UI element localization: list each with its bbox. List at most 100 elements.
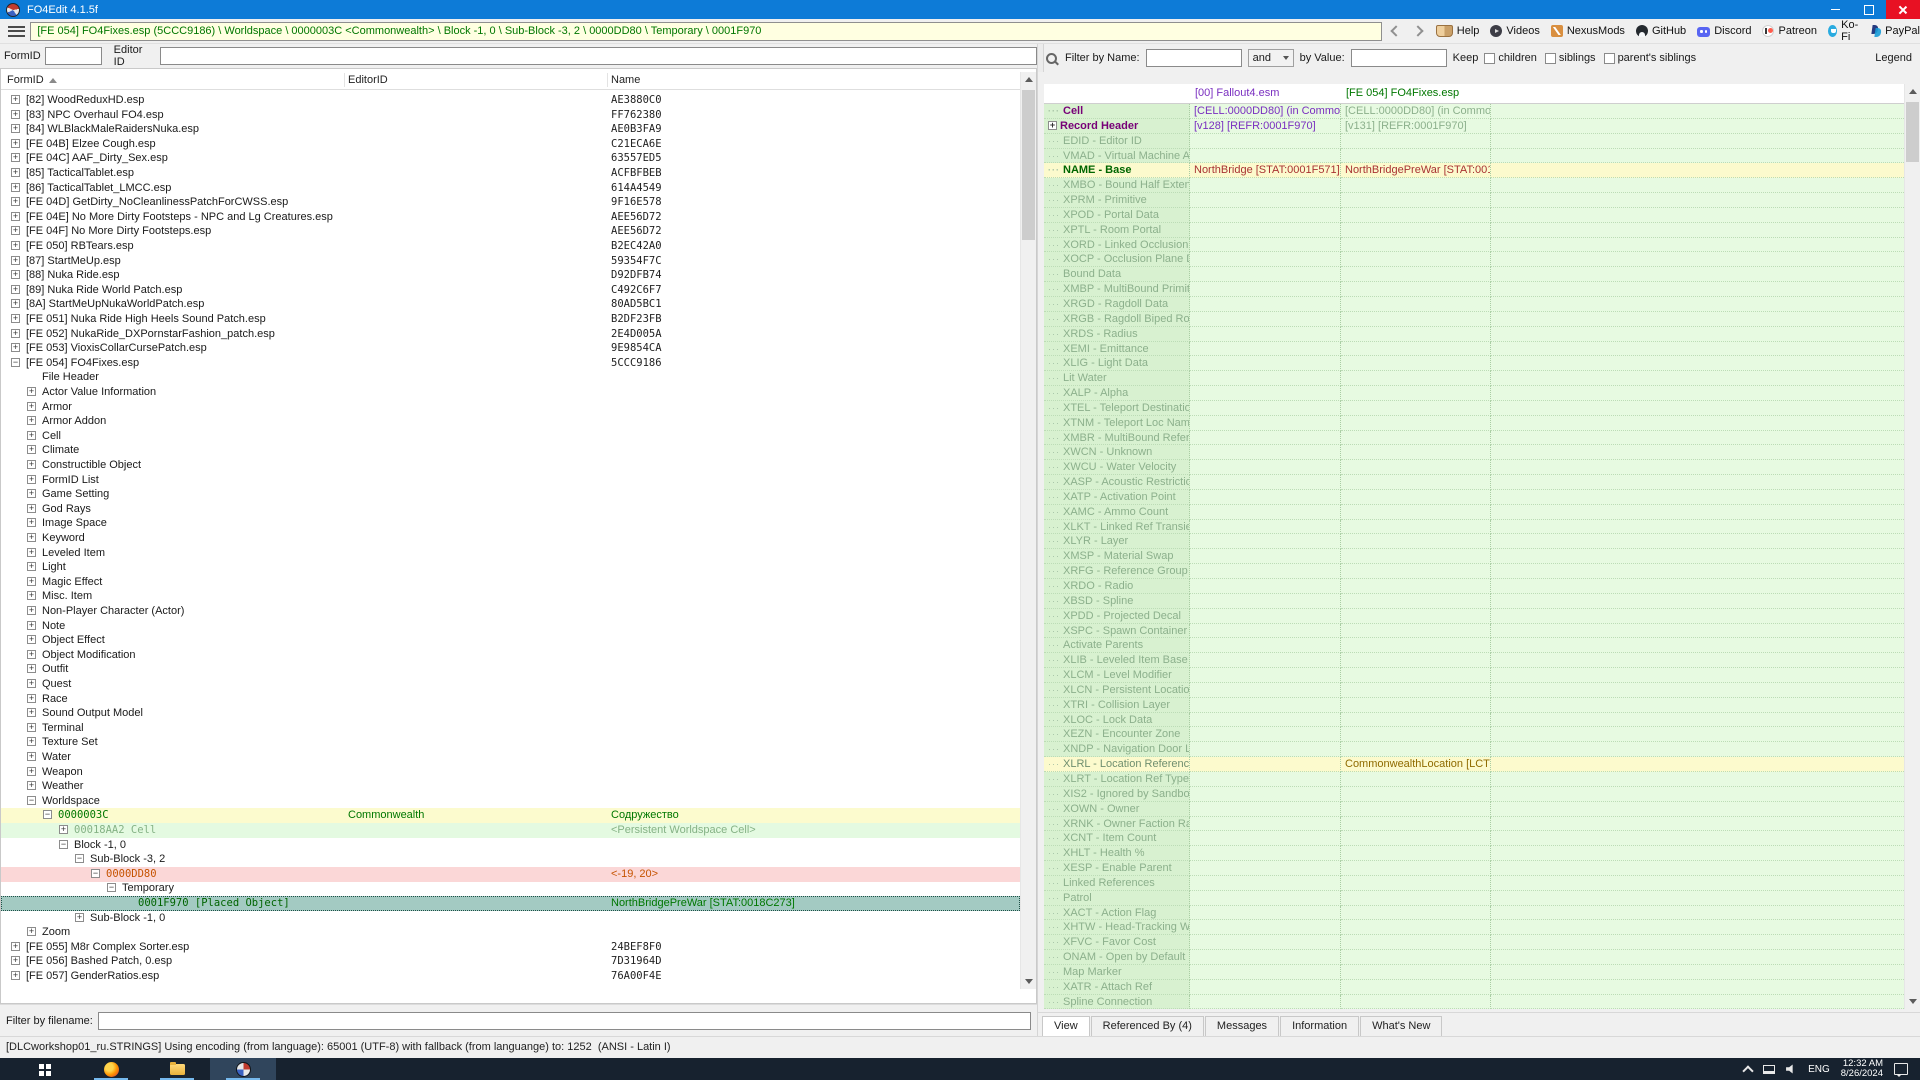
record-field-row[interactable]: ···XRDO - Radio — [1044, 579, 1904, 594]
record-field-row[interactable]: ···XMBP - MultiBound Primitiv... — [1044, 282, 1904, 297]
record-field-row[interactable]: ···XMBO - Bound Half Extents — [1044, 178, 1904, 193]
record-field-row[interactable]: ···XSPC - Spawn Container — [1044, 624, 1904, 639]
filter-checkbox-siblings[interactable]: siblings — [1545, 52, 1596, 64]
tree-row[interactable]: +God Rays — [1, 502, 1020, 517]
record-field-row[interactable]: ···Spline Connection — [1044, 995, 1904, 1009]
record-field-row[interactable]: ···XWCU - Water Velocity — [1044, 460, 1904, 475]
tree-row[interactable]: −0000DD80<-19, 20> — [1, 867, 1020, 882]
tree-row[interactable]: +00018AA2 Cell<Persistent Worldspace Cel… — [1, 823, 1020, 838]
tree-row[interactable]: +Misc. Item — [1, 589, 1020, 604]
expand-icon[interactable]: + — [27, 679, 36, 688]
expand-icon[interactable]: + — [27, 489, 36, 498]
expand-icon[interactable]: + — [27, 475, 36, 484]
expand-icon[interactable]: + — [27, 781, 36, 790]
record-field-row[interactable]: ···XTEL - Teleport Destination — [1044, 401, 1904, 416]
expand-icon[interactable]: + — [11, 285, 20, 294]
tree-row[interactable]: +[FE 056] Bashed Patch, 0.esp7D31964D — [1, 954, 1020, 969]
nav-back-button[interactable] — [1392, 27, 1400, 35]
record-field-row[interactable]: ···XEMI - Emittance — [1044, 342, 1904, 357]
collapse-icon[interactable]: − — [43, 810, 52, 819]
tree-row[interactable]: +Keyword — [1, 531, 1020, 546]
tree-row[interactable]: −Sub-Block -3, 2 — [1, 852, 1020, 867]
tree-row[interactable]: +[FE 051] Nuka Ride High Heels Sound Pat… — [1, 312, 1020, 327]
tree-row[interactable]: −Block -1, 0 — [1, 838, 1020, 853]
record-field-row[interactable]: ···Bound Data — [1044, 267, 1904, 282]
checkbox-icon[interactable] — [1545, 53, 1556, 64]
link-discord[interactable]: Discord — [1697, 25, 1751, 37]
record-field-row[interactable]: ···Cell[CELL:0000DD80] (in Commonw...[CE… — [1044, 104, 1904, 119]
expand-icon[interactable]: + — [11, 971, 20, 980]
record-field-row[interactable]: ···Linked References — [1044, 876, 1904, 891]
tree-row[interactable]: +Constructible Object — [1, 458, 1020, 473]
record-field-row[interactable]: ···XATP - Activation Point — [1044, 490, 1904, 505]
expand-icon[interactable]: + — [27, 533, 36, 542]
tree-row[interactable]: −[FE 054] FO4Fixes.esp5CCC9186 — [1, 356, 1020, 371]
tree-row[interactable]: +[85] TacticalTablet.espACFBFBEB — [1, 166, 1020, 181]
maximize-button[interactable] — [1852, 0, 1886, 19]
record-field-row[interactable]: ···XAMC - Ammo Count — [1044, 505, 1904, 520]
nav-forward-button[interactable] — [1414, 27, 1422, 35]
record-field-row[interactable]: ···XIS2 - Ignored by Sandbox — [1044, 787, 1904, 802]
record-field-row[interactable]: ···XLRT - Location Ref Type — [1044, 772, 1904, 787]
record-field-row[interactable]: ···Lit Water — [1044, 371, 1904, 386]
expand-icon[interactable]: + — [11, 153, 20, 162]
tree-row[interactable]: +Cell — [1, 429, 1020, 444]
tree-row[interactable]: +Object Effect — [1, 633, 1020, 648]
expand-icon[interactable]: + — [27, 737, 36, 746]
record-field-row[interactable]: ···XLCN - Persistent Location — [1044, 683, 1904, 698]
expand-icon[interactable]: + — [27, 591, 36, 600]
tree-row[interactable]: −Worldspace — [1, 794, 1020, 809]
tree-row[interactable]: +Actor Value Information — [1, 385, 1020, 400]
record-field-row[interactable]: ···XRDS - Radius — [1044, 327, 1904, 342]
scroll-down-icon[interactable] — [1905, 994, 1920, 1009]
expand-icon[interactable]: + — [27, 708, 36, 717]
start-button[interactable] — [12, 1058, 78, 1080]
minimize-button[interactable] — [1818, 0, 1852, 19]
record-field-row[interactable]: ···XLIB - Leveled Item Base Obj... — [1044, 653, 1904, 668]
tree-row[interactable]: +[FE 055] M8r Complex Sorter.esp24BEF8F0 — [1, 940, 1020, 955]
record-field-row[interactable]: ···XESP - Enable Parent — [1044, 861, 1904, 876]
record-field-row[interactable]: ···XLYR - Layer — [1044, 534, 1904, 549]
tree-row[interactable]: −Temporary — [1, 881, 1020, 896]
link-github[interactable]: GitHub — [1636, 25, 1686, 37]
expand-icon[interactable]: + — [27, 606, 36, 615]
detail-scrollbar[interactable] — [1904, 84, 1920, 1009]
expand-icon[interactable]: + — [11, 343, 20, 352]
record-field-row[interactable]: ···Patrol — [1044, 891, 1904, 906]
expand-icon[interactable]: + — [11, 139, 20, 148]
tree-row[interactable]: +FormID List — [1, 473, 1020, 488]
tree-row[interactable]: +[FE 04E] No More Dirty Footsteps - NPC … — [1, 210, 1020, 225]
header-fo4fixesesp[interactable]: [FE 054] FO4Fixes.esp — [1341, 84, 1491, 103]
link-nexusmods[interactable]: NexusMods — [1551, 25, 1625, 37]
tree-row[interactable]: +Water — [1, 750, 1020, 765]
expand-icon[interactable]: + — [11, 124, 20, 133]
checkbox-icon[interactable] — [1484, 53, 1495, 64]
tree-scrollbar-thumb[interactable] — [1022, 90, 1035, 240]
expand-icon[interactable]: + — [27, 664, 36, 673]
collapse-icon[interactable]: − — [75, 854, 84, 863]
record-field-row[interactable]: ···Map Marker — [1044, 965, 1904, 980]
tree-row[interactable]: +Texture Set — [1, 735, 1020, 750]
link-ko-fi[interactable]: Ko-Fi — [1828, 19, 1861, 43]
tree-row[interactable]: +[FE 052] NukaRide_DXPornstarFashion_pat… — [1, 327, 1020, 342]
record-field-row[interactable]: ···XMSP - Material Swap — [1044, 549, 1904, 564]
collapse-icon[interactable]: − — [107, 883, 116, 892]
tree-row[interactable]: −0000003CCommonwealthСодружество — [1, 808, 1020, 823]
expand-icon[interactable]: + — [27, 927, 36, 936]
expand-icon[interactable]: + — [27, 767, 36, 776]
expand-icon[interactable]: + — [27, 431, 36, 440]
filter-checkbox-children[interactable]: children — [1484, 52, 1537, 64]
collapse-icon[interactable]: − — [91, 869, 100, 878]
record-field-row[interactable]: ···XMBR - MultiBound Reference — [1044, 431, 1904, 446]
collapse-icon[interactable]: − — [27, 796, 36, 805]
expand-icon[interactable]: + — [27, 518, 36, 527]
tree-row[interactable]: +[FE 04F] No More Dirty Footsteps.espAEE… — [1, 224, 1020, 239]
collapse-icon[interactable]: − — [59, 840, 68, 849]
filter-operator-select[interactable]: and — [1248, 49, 1294, 67]
record-field-row[interactable]: ···XHLT - Health % — [1044, 846, 1904, 861]
filter-checkbox-parent-s-siblings[interactable]: parent's siblings — [1604, 52, 1697, 64]
column-header-name[interactable]: Name — [611, 74, 640, 86]
expand-icon[interactable]: + — [11, 197, 20, 206]
expand-icon[interactable]: + — [11, 329, 20, 338]
record-field-row[interactable]: ···XFVC - Favor Cost — [1044, 935, 1904, 950]
